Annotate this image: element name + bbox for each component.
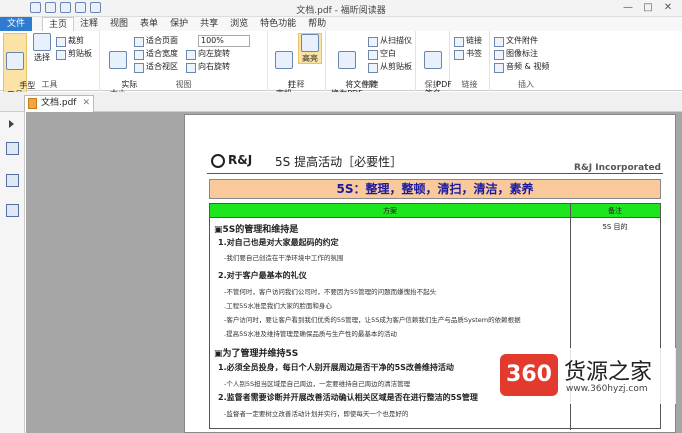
tools-group: 手型 工具 选择 裁剪 剪贴板 工具 [0,31,100,109]
tab-form[interactable]: 表单 [134,17,164,32]
highlight-button[interactable]: 高亮 [298,33,322,64]
tab-comment[interactable]: 注释 [74,17,104,32]
window-title: 文档.pdf - 福昕阅读器 [296,6,386,16]
insert-group-label: 插入 [518,80,534,89]
link-button[interactable]: 链接 [454,35,482,47]
select-tool-button[interactable]: 选择 [30,33,54,62]
watermark-url: www.360hyzj.com [566,384,648,394]
protect-group: PDF 签名 保护 [416,31,452,98]
comments-panel-icon[interactable] [6,204,19,217]
cursor-icon [33,33,51,51]
file-menu[interactable]: 文件 [0,17,32,31]
minimize-button[interactable]: — [618,1,638,15]
from-clipboard-button[interactable]: 从剪贴板 [368,61,412,73]
item-detail: .提高5S水准及维持管理是确保品质与生产性的最基本的活动 [224,330,397,338]
tab-view[interactable]: 视图 [104,17,134,32]
highlight-icon [301,34,319,52]
watermark-name: 货源之家 [564,360,653,385]
links-group: 链接 书签 链接 [450,31,490,91]
image-annotation-button[interactable]: 图像标注 [494,48,538,60]
section-heading: ▣5S的管理和维持是 [214,225,299,235]
pen-icon [424,51,442,69]
item-detail: -不管何时，客户访问我们公司时，不要因为5S管理的问题而嫌愧抬不起头 [224,288,437,296]
document-tab[interactable]: 文档.pdf ✕ [24,95,94,112]
tab-features[interactable]: 特色功能 [254,17,302,32]
document-tab-label: 文档.pdf [41,98,77,108]
protect-group-label: 保护 [424,80,441,89]
section-heading: ▣为了管理并维持5S [214,349,299,359]
maximize-button[interactable]: □ [638,1,658,15]
header-divider [207,173,663,174]
table-header: 方案 备注 [210,204,660,218]
blank-button[interactable]: 空白 [368,48,396,60]
clipboard-button[interactable]: 剪贴板 [56,48,92,60]
navigation-sidebar [0,112,25,433]
from-scanner-button[interactable]: 从扫描仪 [368,35,412,47]
bookmark-button[interactable]: 书签 [454,48,482,60]
fit-view-button[interactable]: 适合视区 [134,61,178,73]
item-heading: 1.必须全员投身，每日个人别开展周边是否干净的5S改善维持活动 [218,363,454,372]
document-tab-bar: 文档.pdf ✕ [0,92,682,112]
company-name: R&J Incorporated [574,163,661,173]
rotate-left-button[interactable]: 向左旋转 [186,48,230,60]
tab-browse[interactable]: 浏览 [224,17,254,32]
close-tab-icon[interactable]: ✕ [82,96,90,111]
crop-button[interactable]: 裁剪 [56,35,84,47]
watermark: 360 货源之家 www.360hyzj.com [494,348,676,404]
title-bar: 文档.pdf - 福昕阅读器 — □ ✕ [0,0,682,17]
close-button[interactable]: ✕ [658,1,678,15]
item-detail: -个人别5S担当区域是自己周边，一定要维持自己周边的清洁管理 [224,380,411,388]
item-detail: -监督者一定要树立改善活动计划并实行，即使每天一个也是好的 [224,410,409,418]
pages-panel-icon[interactable] [6,174,19,187]
note-cell: 5S 目的 [602,223,628,231]
item-heading: 2.对于客户最基本的礼仪 [218,271,307,280]
fit-page-button[interactable]: 适合页面 [134,35,178,47]
rotate-right-button[interactable]: 向右旋转 [186,61,230,73]
item-heading: 1.对自己也是对大家最起码的约定 [218,238,339,247]
ribbon: 手型 工具 选择 裁剪 剪贴板 工具 实际 大小 适合页面 适合宽度 适合视区 … [0,31,682,109]
expand-arrow-icon[interactable] [9,120,14,128]
tools-group-label: 工具 [41,80,58,89]
tab-home[interactable]: 主页 [42,17,75,32]
create-group-label: 创建 [362,80,379,89]
annotation-group: 打 字机 高亮 注释 [268,31,326,98]
zoom-input[interactable]: 100% [198,35,250,47]
plan-column-header: 方案 [383,207,397,215]
page-icon [109,51,127,69]
logo-symbol-icon [211,153,225,168]
menu-bar: 文件 主页 注释 视图 表单 保护 共享 浏览 特色功能 帮助 [0,17,682,32]
item-detail: .工程5S水准是我们大家的脸面和身心 [224,302,332,310]
item-heading: 2.监督者需要诊断并开展改善活动确认相关区域是否在进行整洁的5S管理 [218,393,478,402]
convert-icon [338,51,356,69]
bookmarks-panel-icon[interactable] [6,142,19,155]
links-group-label: 链接 [461,80,478,89]
item-detail: -客户访问时，要让客户看到我们优秀的5S管理，让5S成为客户信赖我们生产与品质S… [224,316,521,324]
window-controls: — □ ✕ [618,1,678,15]
tab-share[interactable]: 共享 [194,17,224,32]
typewriter-icon [275,51,293,69]
insert-group: 文件附件 图像标注 音频 & 视频 插入 [490,31,562,91]
note-column-header: 备注 [608,207,622,215]
five-s-banner: 5S：整理，整顿，清扫，清洁，素养 [209,179,661,199]
company-logo: R&J [211,153,252,168]
file-attachment-button[interactable]: 文件附件 [494,35,538,47]
watermark-logo: 360 [500,354,558,396]
document-title: 5S 提高活动［必要性］ [275,155,403,169]
hand-icon [6,52,24,70]
view-group: 实际 大小 适合页面 适合宽度 适合视区 100% 向左旋转 向右旋转 视图 [100,31,268,98]
audio-video-button[interactable]: 音频 & 视频 [494,61,549,73]
pdf-file-icon [28,98,37,109]
item-detail: -我们要自己创造在干净环境中工作的氛围 [224,254,344,262]
annotation-group-label: 注释 [288,80,305,89]
view-group-label: 视图 [175,80,192,89]
tab-protect[interactable]: 保护 [164,17,194,32]
create-group: 将文件转 换为PDF 从扫描仪 空白 从剪贴板 创建 [326,31,416,98]
tab-help[interactable]: 帮助 [302,17,332,32]
fit-width-button[interactable]: 适合宽度 [134,48,178,60]
